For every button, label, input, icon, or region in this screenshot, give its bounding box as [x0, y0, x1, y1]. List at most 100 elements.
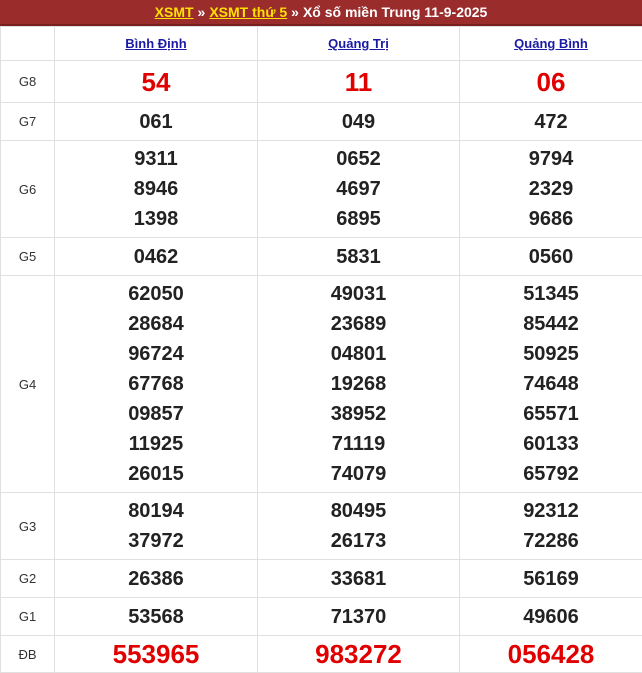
prize-number: 50925: [460, 339, 642, 369]
prize-cell: 49031236890480119268389527111974079: [258, 276, 460, 493]
prize-label: G2: [1, 560, 55, 598]
prize-number: 26173: [258, 526, 459, 556]
prize-row: G5046258310560: [1, 238, 642, 276]
prize-number: 09857: [55, 399, 257, 429]
prize-number: 38952: [258, 399, 459, 429]
prize-cell: 54: [55, 61, 258, 103]
prize-cell: 53568: [55, 598, 258, 636]
prize-row: G462050286849672467768098571192526015490…: [1, 276, 642, 493]
prize-number: 9311: [55, 144, 257, 174]
prize-number: 71119: [258, 429, 459, 459]
breadcrumb-xsmt-thu5-link[interactable]: XSMT thứ 5: [209, 4, 287, 20]
prize-cell: 62050286849672467768098571192526015: [55, 276, 258, 493]
prize-number: 472: [460, 107, 642, 137]
prize-number: 62050: [55, 279, 257, 309]
page-title: Xổ số miền Trung 11-9-2025: [303, 4, 487, 20]
prize-row: G3801943797280495261739231272286: [1, 493, 642, 560]
prize-number: 80495: [258, 496, 459, 526]
province-header-row: Bình Định Quảng Trị Quảng Bình: [1, 27, 642, 61]
prize-cell: 049: [258, 103, 460, 141]
prize-cell: 472: [460, 103, 642, 141]
prize-cell: 71370: [258, 598, 460, 636]
prize-number: 553965: [55, 639, 257, 669]
prize-number: 56169: [460, 564, 642, 594]
corner-cell: [1, 27, 55, 61]
prize-cell: 931189461398: [55, 141, 258, 238]
prize-cell: 06: [460, 61, 642, 103]
prize-number: 60133: [460, 429, 642, 459]
prize-cell: 8019437972: [55, 493, 258, 560]
prize-label: G7: [1, 103, 55, 141]
prize-cell: 983272: [258, 636, 460, 673]
prize-label: G3: [1, 493, 55, 560]
prize-number: 9794: [460, 144, 642, 174]
prize-number: 72286: [460, 526, 642, 556]
prize-number: 28684: [55, 309, 257, 339]
prize-number: 23689: [258, 309, 459, 339]
prize-cell: 33681: [258, 560, 460, 598]
prize-number: 0652: [258, 144, 459, 174]
prize-label: ĐB: [1, 636, 55, 673]
prize-row: G6931189461398065246976895979423299686: [1, 141, 642, 238]
prize-number: 49606: [460, 602, 642, 632]
breadcrumb-separator: »: [291, 4, 299, 20]
prize-body: G8541106G7061049472G69311894613980652469…: [1, 61, 642, 673]
prize-cell: 979423299686: [460, 141, 642, 238]
prize-number: 6895: [258, 204, 459, 234]
prize-number: 26015: [55, 459, 257, 489]
prize-label: G8: [1, 61, 55, 103]
prize-number: 2329: [460, 174, 642, 204]
prize-number: 74648: [460, 369, 642, 399]
prize-cell: 11: [258, 61, 460, 103]
prize-number: 71370: [258, 602, 459, 632]
breadcrumb-separator: »: [198, 4, 206, 20]
prize-row: G7061049472: [1, 103, 642, 141]
prize-number: 74079: [258, 459, 459, 489]
prize-cell: 056428: [460, 636, 642, 673]
prize-number: 06: [460, 67, 642, 97]
prize-cell: 0560: [460, 238, 642, 276]
province-header: Quảng Bình: [460, 27, 642, 61]
prize-number: 85442: [460, 309, 642, 339]
prize-number: 0560: [460, 242, 642, 272]
province-link-quang-tri[interactable]: Quảng Trị: [328, 36, 389, 51]
prize-row: G8541106: [1, 61, 642, 103]
prize-number: 4697: [258, 174, 459, 204]
prize-number: 67768: [55, 369, 257, 399]
prize-cell: 51345854425092574648655716013365792: [460, 276, 642, 493]
prize-number: 96724: [55, 339, 257, 369]
prize-number: 37972: [55, 526, 257, 556]
prize-number: 54: [55, 67, 257, 97]
prize-number: 9686: [460, 204, 642, 234]
prize-number: 11925: [55, 429, 257, 459]
prize-row: ĐB553965983272056428: [1, 636, 642, 673]
prize-row: G1535687137049606: [1, 598, 642, 636]
prize-number: 26386: [55, 564, 257, 594]
prize-label: G5: [1, 238, 55, 276]
prize-number: 80194: [55, 496, 257, 526]
results-table: Bình Định Quảng Trị Quảng Bình G8541106G…: [0, 26, 642, 673]
prize-number: 049: [258, 107, 459, 137]
breadcrumb: XSMT » XSMT thứ 5 » Xổ số miền Trung 11-…: [0, 0, 642, 26]
prize-number: 5831: [258, 242, 459, 272]
prize-label: G1: [1, 598, 55, 636]
prize-number: 33681: [258, 564, 459, 594]
prize-cell: 56169: [460, 560, 642, 598]
prize-cell: 26386: [55, 560, 258, 598]
prize-cell: 553965: [55, 636, 258, 673]
prize-number: 49031: [258, 279, 459, 309]
province-link-binh-dinh[interactable]: Bình Định: [125, 36, 186, 51]
prize-cell: 49606: [460, 598, 642, 636]
province-header: Quảng Trị: [258, 27, 460, 61]
prize-label: G6: [1, 141, 55, 238]
prize-cell: 9231272286: [460, 493, 642, 560]
prize-cell: 061: [55, 103, 258, 141]
prize-number: 061: [55, 107, 257, 137]
province-link-quang-binh[interactable]: Quảng Bình: [514, 36, 588, 51]
prize-number: 92312: [460, 496, 642, 526]
prize-cell: 8049526173: [258, 493, 460, 560]
prize-number: 53568: [55, 602, 257, 632]
prize-number: 11: [258, 67, 459, 97]
prize-cell: 5831: [258, 238, 460, 276]
breadcrumb-xsmt-link[interactable]: XSMT: [155, 4, 194, 20]
